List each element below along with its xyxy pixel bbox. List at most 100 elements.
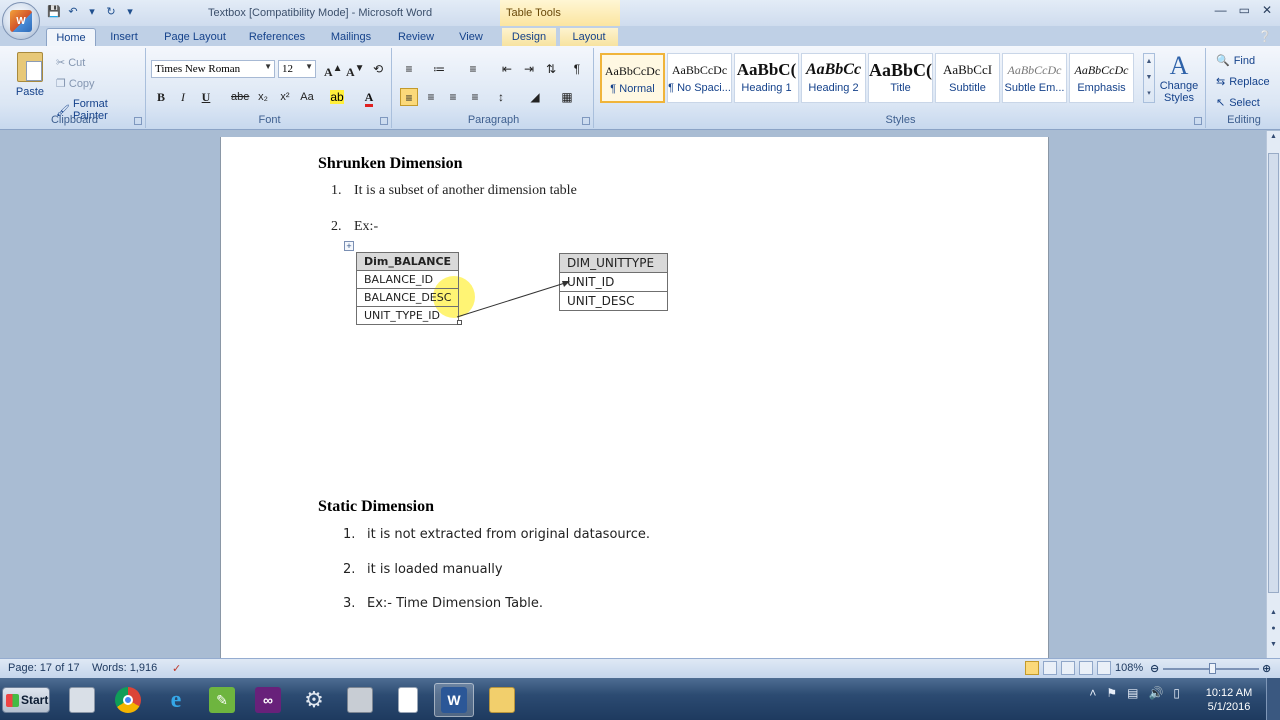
select-browse-object-icon[interactable]: ● — [1267, 625, 1280, 637]
scrollbar-thumb[interactable] — [1268, 153, 1279, 593]
select-button[interactable]: ↖ Select — [1216, 96, 1260, 110]
show-hidden-icons-icon[interactable]: ˄ — [1089, 686, 1096, 700]
pilcrow-icon[interactable]: ¶ — [568, 60, 586, 78]
zoom-slider-knob[interactable] — [1209, 663, 1216, 674]
align-center-icon[interactable]: ≡ — [422, 88, 440, 106]
font-launcher[interactable] — [380, 117, 388, 125]
maximize-icon[interactable]: ▭ — [1239, 3, 1250, 17]
full-screen-reading-icon[interactable] — [1043, 661, 1057, 675]
font-name-combo[interactable]: Times New Roman ▼ — [151, 60, 275, 78]
style-title[interactable]: AaBbC( Title — [868, 53, 933, 103]
proofing-icon[interactable]: ✓ — [172, 662, 181, 675]
close-icon[interactable]: ✕ — [1262, 3, 1272, 17]
volume-icon[interactable]: 🔊 — [1148, 686, 1163, 700]
paragraph-launcher[interactable] — [582, 117, 590, 125]
style-no-spacing[interactable]: AaBbCcDc ¶ No Spaci... — [667, 53, 732, 103]
tab-mailings[interactable]: Mailings — [322, 28, 380, 46]
style-subtitle[interactable]: AaBbCcI Subtitle — [935, 53, 1000, 103]
align-left-icon[interactable]: ≡ — [400, 88, 418, 106]
print-layout-view-icon[interactable] — [1025, 661, 1039, 675]
style-emphasis[interactable]: AaBbCcDc Emphasis — [1069, 53, 1134, 103]
style-heading-1[interactable]: AaBbC( Heading 1 — [734, 53, 799, 103]
tab-references[interactable]: References — [244, 28, 310, 46]
taskbar-word[interactable]: W — [434, 683, 474, 717]
style-heading-2[interactable]: AaBbCc Heading 2 — [801, 53, 866, 103]
scroll-up-icon[interactable]: ▲ — [1267, 133, 1280, 145]
strikethrough-button[interactable]: abe — [231, 88, 249, 106]
outline-view-icon[interactable] — [1079, 661, 1093, 675]
highlight-color-icon[interactable]: ab — [328, 88, 346, 106]
undo-icon[interactable]: ↶ — [65, 5, 81, 20]
battery-icon[interactable]: ▯ — [1173, 686, 1180, 700]
save-icon[interactable]: 💾 — [46, 5, 62, 20]
copy-button[interactable]: ❐ Copy — [56, 77, 95, 91]
italic-button[interactable]: I — [174, 88, 192, 106]
find-button[interactable]: 🔍 Find — [1216, 54, 1255, 68]
minimize-icon[interactable]: — — [1215, 3, 1227, 17]
styles-launcher[interactable] — [1194, 117, 1202, 125]
style-normal[interactable]: AaBbCcDc ¶ Normal — [600, 53, 665, 103]
tab-layout[interactable]: Layout — [560, 28, 618, 46]
word-count[interactable]: Words: 1,916 — [92, 662, 157, 674]
font-color-icon[interactable]: A — [360, 88, 378, 107]
font-size-combo[interactable]: 12 ▼ — [278, 60, 316, 78]
start-button[interactable]: Start — [2, 687, 50, 713]
tab-insert[interactable]: Insert — [104, 28, 144, 46]
taskbar-chrome[interactable] — [108, 683, 148, 717]
change-case-button[interactable]: Aa — [298, 88, 316, 106]
shrink-font-icon[interactable]: A▼ — [346, 60, 365, 79]
undo-dropdown-icon[interactable]: ▾ — [84, 5, 100, 20]
cut-button[interactable]: ✂ Cut — [56, 56, 85, 70]
page-count[interactable]: Page: 17 of 17 — [8, 662, 80, 674]
customize-qat-icon[interactable]: ▾ — [122, 5, 138, 20]
taskbar-window[interactable] — [340, 683, 380, 717]
taskbar-internet-explorer[interactable]: e — [156, 683, 196, 717]
taskbar-notepad[interactable]: ✎ — [202, 683, 242, 717]
vertical-scrollbar[interactable]: ▲ ▲ ● ▼ — [1266, 131, 1280, 658]
tab-review[interactable]: Review — [392, 28, 440, 46]
show-desktop-button[interactable] — [1266, 678, 1280, 720]
style-subtle-emphasis[interactable]: AaBbCcDc Subtle Em... — [1002, 53, 1067, 103]
clipboard-launcher[interactable] — [134, 117, 142, 125]
tab-view[interactable]: View — [452, 28, 490, 46]
taskbar-folder[interactable] — [482, 683, 522, 717]
zoom-level[interactable]: 108% — [1115, 662, 1143, 674]
increase-indent-icon[interactable]: ⇥ — [520, 60, 538, 78]
zoom-out-icon[interactable]: ⊖ — [1150, 662, 1159, 675]
network-icon[interactable]: ▤ — [1127, 686, 1138, 700]
grow-font-icon[interactable]: A▲ — [324, 60, 343, 79]
tab-page-layout[interactable]: Page Layout — [158, 28, 232, 46]
taskbar-settings[interactable]: ⚙ — [294, 683, 334, 717]
scroll-down-icon[interactable]: ▼ — [1267, 641, 1280, 653]
underline-button[interactable]: U — [197, 88, 215, 106]
clear-formatting-icon[interactable]: ⟲ — [369, 60, 387, 78]
help-icon[interactable]: ❔ — [1258, 30, 1272, 43]
borders-icon[interactable]: ▦ — [558, 88, 576, 106]
styles-gallery-scroll[interactable]: ▲ ▼ ▾ — [1143, 53, 1155, 103]
clock[interactable]: 10:12 AM 5/1/2016 — [1204, 686, 1254, 714]
sort-icon[interactable]: ⇅ — [542, 60, 560, 78]
bold-button[interactable]: B — [152, 88, 170, 106]
decrease-indent-icon[interactable]: ⇤ — [498, 60, 516, 78]
taskbar-visual-studio[interactable]: ∞ — [248, 683, 288, 717]
bullets-icon[interactable]: ≡ — [400, 60, 418, 78]
multilevel-list-icon[interactable]: ≡ — [464, 60, 482, 78]
line-spacing-icon[interactable]: ↕ — [492, 88, 510, 106]
tab-home[interactable]: Home — [46, 28, 96, 46]
draft-view-icon[interactable] — [1097, 661, 1111, 675]
paste-button[interactable]: Paste — [12, 52, 48, 102]
taskbar-document[interactable] — [388, 683, 428, 717]
justify-icon[interactable]: ≡ — [466, 88, 484, 106]
scroll-up-icon[interactable]: ▲ — [1267, 609, 1280, 621]
document-page[interactable]: Shrunken Dimension 1. It is a subset of … — [220, 137, 1049, 667]
replace-button[interactable]: ⇆ Replace — [1216, 75, 1270, 89]
align-right-icon[interactable]: ≡ — [444, 88, 462, 106]
shading-icon[interactable]: ◢ — [526, 88, 544, 106]
subscript-button[interactable]: x₂ — [254, 88, 272, 106]
tab-design[interactable]: Design — [502, 28, 556, 46]
redo-icon[interactable]: ↻ — [103, 5, 119, 20]
office-button[interactable]: W — [2, 2, 40, 40]
taskbar-explorer[interactable] — [62, 683, 102, 717]
numbering-icon[interactable]: ≔ — [430, 60, 448, 78]
change-styles-button[interactable]: A Change Styles — [1158, 52, 1200, 105]
